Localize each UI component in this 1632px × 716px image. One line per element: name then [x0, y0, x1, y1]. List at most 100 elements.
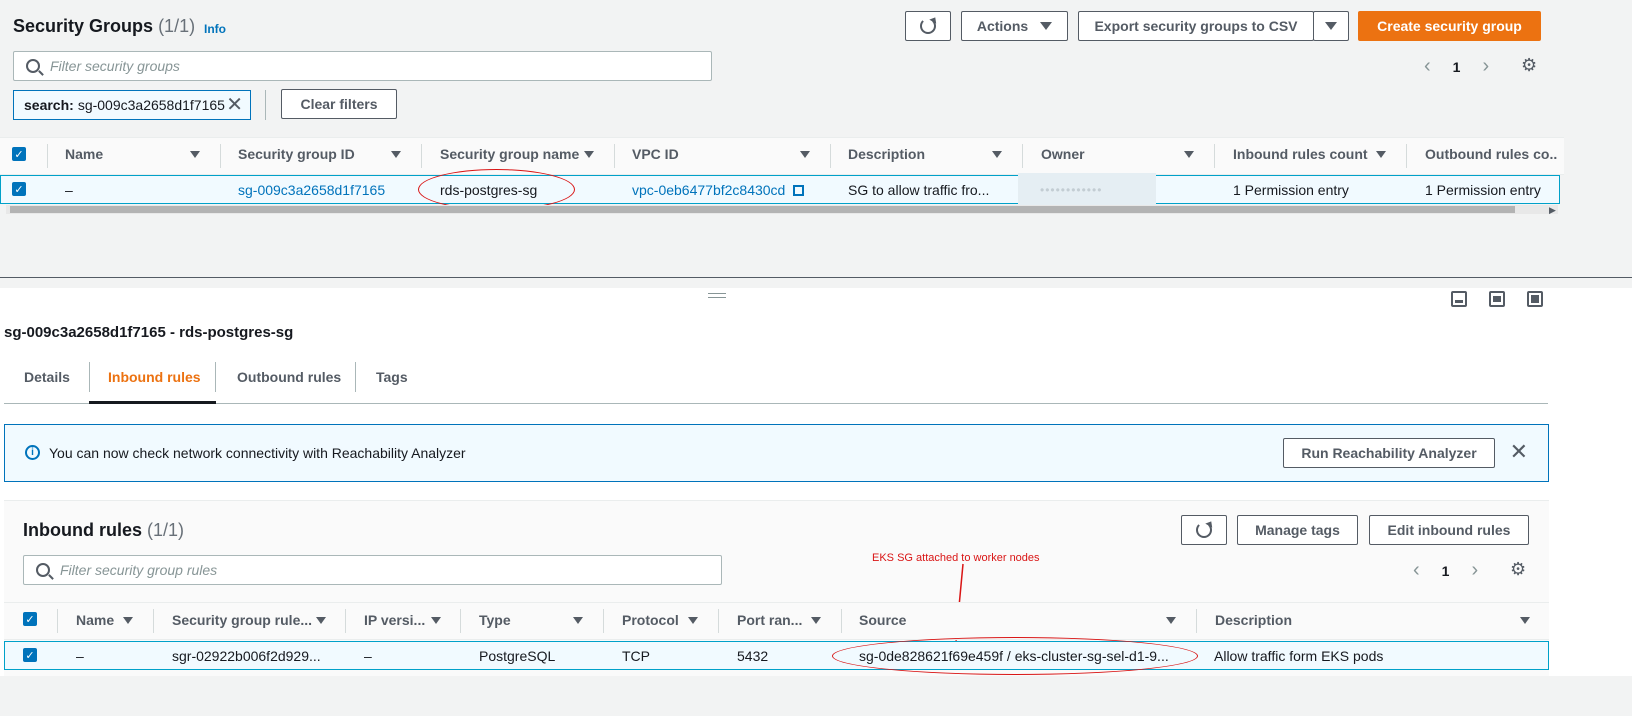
sort-icon[interactable] [688, 617, 698, 624]
col-source[interactable]: Source [859, 612, 906, 628]
col-rule-id[interactable]: Security group rule... [172, 612, 312, 628]
select-all-checkbox[interactable]: ✓ [23, 612, 37, 626]
sort-icon[interactable] [573, 617, 583, 624]
page-title: Security Groups (1/1) [13, 16, 196, 36]
rules-pagination: ‹ 1 › [1413, 559, 1478, 582]
col-inbound-count[interactable]: Inbound rules count [1233, 146, 1368, 162]
sort-icon[interactable] [123, 617, 133, 624]
page-number[interactable]: 1 [1442, 563, 1450, 579]
col-rule-name[interactable]: Name [76, 612, 114, 628]
column-separator [47, 144, 48, 168]
row-checkbox[interactable]: ✓ [23, 648, 37, 662]
page-number[interactable]: 1 [1453, 59, 1461, 75]
chevron-left-icon[interactable]: ‹ [1413, 559, 1420, 582]
column-separator [1022, 144, 1023, 168]
col-port-range[interactable]: Port ran... [737, 612, 802, 628]
remove-filter-icon[interactable]: ✕ [226, 95, 243, 115]
cell-sg-id-link[interactable]: sg-009c3a2658d1f7165 [238, 182, 385, 198]
sort-icon[interactable] [800, 151, 810, 158]
sort-icon[interactable] [1166, 617, 1176, 624]
tab-details[interactable]: Details [24, 369, 70, 385]
flash-message: You can now check network connectivity w… [49, 445, 466, 461]
chevron-left-icon[interactable]: ‹ [1424, 55, 1431, 78]
refresh-icon [920, 18, 936, 34]
refresh-rules-button[interactable] [1181, 515, 1227, 545]
tab-tags[interactable]: Tags [376, 369, 408, 385]
export-csv-button[interactable]: Export security groups to CSV [1078, 11, 1314, 41]
sort-icon[interactable] [1184, 151, 1194, 158]
sort-icon[interactable] [811, 617, 821, 624]
create-security-group-button[interactable]: Create security group [1358, 11, 1541, 41]
select-all-checkbox[interactable]: ✓ [12, 147, 26, 161]
close-icon[interactable]: ✕ [1510, 439, 1528, 465]
col-rule-description[interactable]: Description [1215, 612, 1292, 628]
cell-name: – [65, 182, 73, 198]
column-separator [1406, 144, 1407, 168]
column-separator [345, 609, 346, 633]
active-tab-indicator [89, 401, 216, 404]
sort-icon[interactable] [316, 617, 326, 624]
tab-inbound-rules[interactable]: Inbound rules [108, 369, 201, 385]
cell-rule-description: Allow traffic form EKS pods [1214, 648, 1384, 664]
col-sg-id[interactable]: Security group ID [238, 146, 355, 162]
filter-placeholder: Filter security group rules [60, 562, 218, 578]
col-protocol[interactable]: Protocol [622, 612, 679, 628]
run-reachability-analyzer-button[interactable]: Run Reachability Analyzer [1283, 438, 1495, 468]
col-outbound-count[interactable]: Outbound rules co... [1425, 146, 1557, 162]
drag-handle-icon[interactable] [708, 293, 726, 298]
actions-button[interactable]: Actions [961, 11, 1068, 41]
cell-ip-version: – [364, 648, 372, 664]
sort-icon[interactable] [1376, 151, 1386, 158]
cell-port-range: 5432 [737, 648, 769, 664]
col-ip-version[interactable]: IP versi... [364, 612, 425, 628]
chevron-right-icon[interactable]: › [1471, 559, 1478, 582]
panel-full-icon[interactable] [1527, 291, 1543, 307]
sort-icon[interactable] [992, 151, 1002, 158]
col-type[interactable]: Type [479, 612, 511, 628]
scroll-right-arrow-icon[interactable]: ▶ [1549, 205, 1556, 216]
tab-outbound-rules[interactable]: Outbound rules [237, 369, 341, 385]
column-separator [220, 144, 221, 168]
column-separator [421, 144, 422, 168]
col-vpc-id[interactable]: VPC ID [632, 146, 679, 162]
col-name[interactable]: Name [65, 146, 103, 162]
sort-icon[interactable] [1520, 617, 1530, 624]
info-link[interactable]: Info [204, 22, 226, 36]
sort-icon[interactable] [431, 617, 441, 624]
caret-down-icon [1325, 22, 1337, 30]
cell-vpc-id-link[interactable]: vpc-0eb6477bf2c8430cd [632, 182, 805, 198]
refresh-button[interactable] [905, 11, 951, 41]
cell-protocol: TCP [622, 648, 650, 664]
panel-split-icon[interactable] [1489, 291, 1505, 307]
column-separator [153, 609, 154, 633]
settings-gear-icon[interactable]: ⚙ [1510, 559, 1526, 580]
panel-bottom-icon[interactable] [1451, 291, 1467, 307]
col-owner[interactable]: Owner [1041, 146, 1085, 162]
split-divider[interactable] [0, 277, 1632, 278]
sort-icon[interactable] [190, 151, 200, 158]
row-checkbox[interactable]: ✓ [12, 182, 26, 196]
search-icon [26, 59, 40, 73]
filter-security-groups-input[interactable]: Filter security groups [13, 51, 712, 81]
chevron-right-icon[interactable]: › [1482, 55, 1489, 78]
settings-gear-icon[interactable]: ⚙ [1521, 55, 1537, 76]
export-dropdown-button[interactable] [1313, 11, 1349, 41]
cell-type: PostgreSQL [479, 648, 556, 664]
scrollbar-thumb[interactable] [10, 206, 1515, 213]
col-description[interactable]: Description [848, 146, 925, 162]
filter-rules-input[interactable]: Filter security group rules [23, 555, 722, 585]
manage-tags-button[interactable]: Manage tags [1237, 515, 1358, 545]
edit-inbound-rules-button[interactable]: Edit inbound rules [1369, 515, 1529, 545]
cell-rule-id: sgr-02922b006f2d929... [172, 648, 321, 664]
horizontal-scrollbar[interactable] [6, 205, 1558, 214]
sort-icon[interactable] [584, 151, 594, 158]
column-separator [841, 609, 842, 633]
clear-filters-button[interactable]: Clear filters [281, 89, 397, 119]
col-sg-name[interactable]: Security group name [440, 146, 579, 162]
caret-down-icon [1040, 22, 1053, 30]
column-separator [460, 609, 461, 633]
search-icon [36, 563, 50, 577]
sort-icon[interactable] [391, 151, 401, 158]
page-footer-bg [0, 676, 1632, 716]
cell-inbound-count: 1 Permission entry [1233, 182, 1349, 198]
